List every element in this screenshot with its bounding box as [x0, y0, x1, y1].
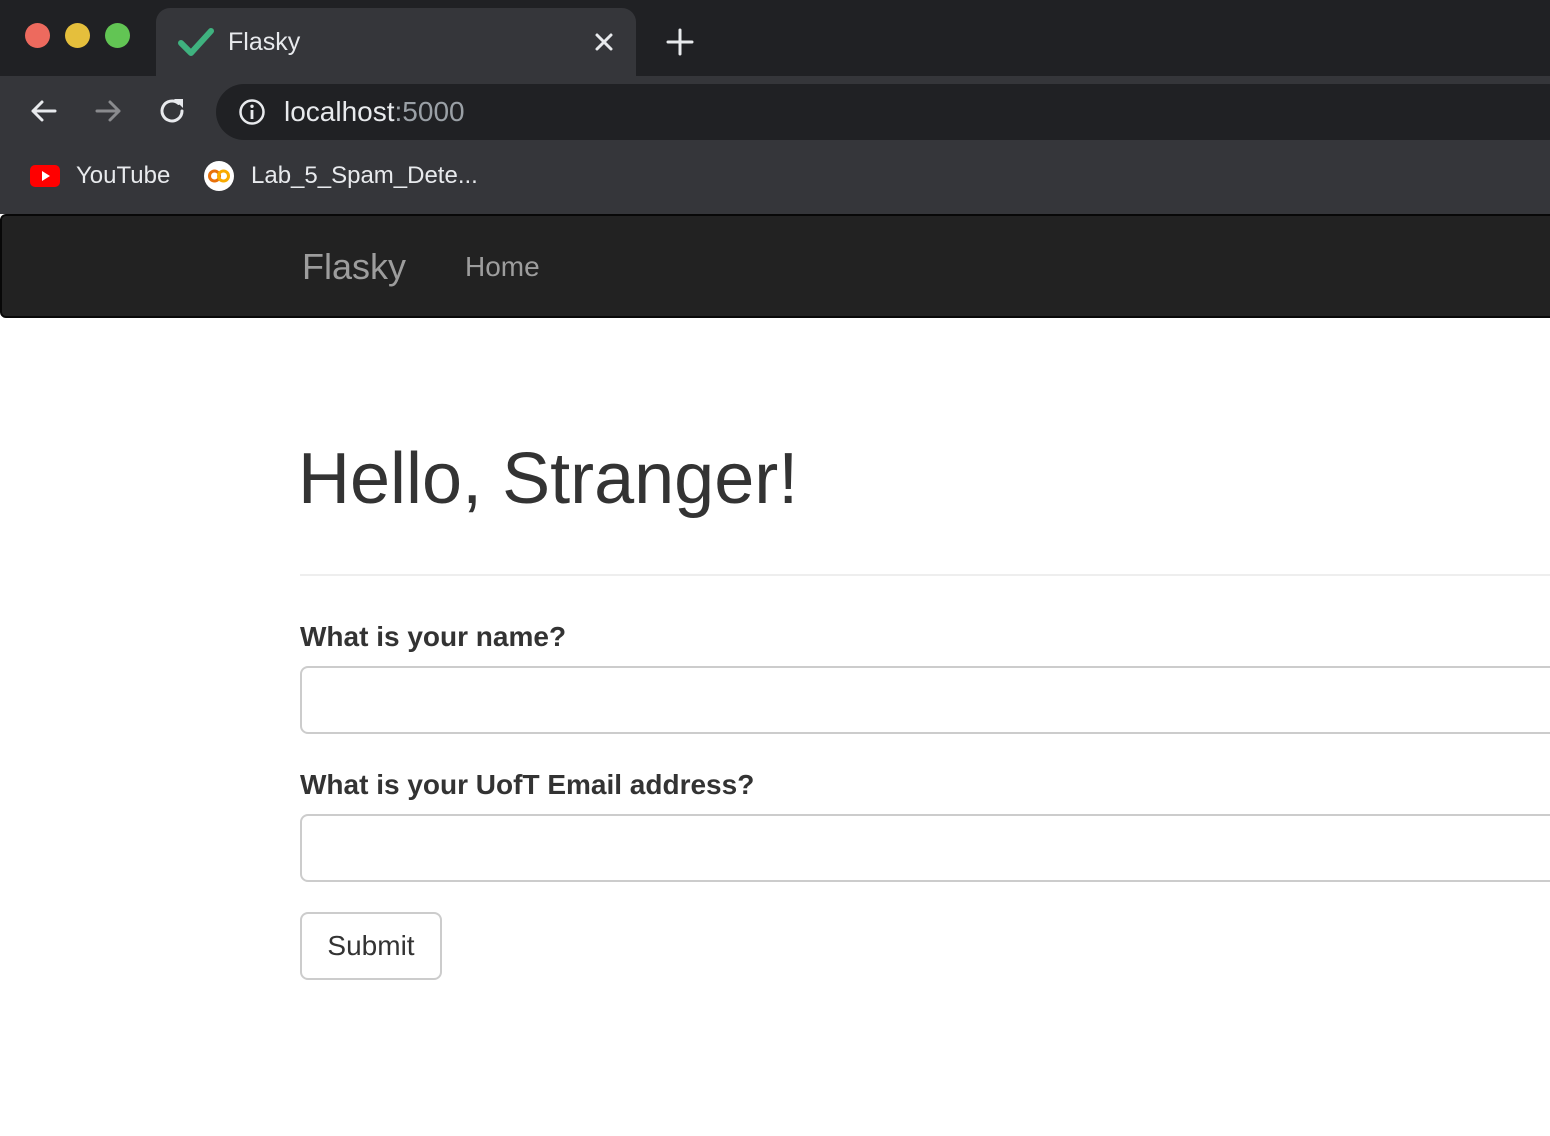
browser-toolbar: localhost:5000: [0, 76, 1550, 146]
browser-tab-active[interactable]: Flasky: [156, 8, 636, 76]
back-arrow-icon[interactable]: [27, 94, 61, 128]
submit-button[interactable]: Submit: [300, 912, 442, 980]
window-minimize-button[interactable]: [65, 23, 90, 48]
forward-arrow-icon[interactable]: [91, 94, 125, 128]
bookmarks-bar: YouTube Lab_5_Spam_Dete...: [0, 146, 1550, 214]
colab-icon: [204, 161, 234, 191]
reload-icon[interactable]: [155, 94, 189, 128]
new-tab-plus-icon[interactable]: [664, 26, 696, 58]
bookmark-youtube[interactable]: YouTube: [30, 160, 170, 192]
page-title: Hello, Stranger!: [298, 439, 799, 519]
bookmark-colab[interactable]: Lab_5_Spam_Dete...: [203, 160, 478, 192]
address-url[interactable]: localhost:5000: [284, 96, 465, 128]
close-icon[interactable]: [590, 28, 618, 56]
site-navbar: Flasky Home: [0, 214, 1550, 318]
nav-link-home[interactable]: Home: [465, 250, 540, 284]
email-input[interactable]: [300, 814, 1550, 882]
window-maximize-button[interactable]: [105, 23, 130, 48]
header-divider: [300, 574, 1550, 576]
bookmark-label: YouTube: [76, 162, 171, 189]
window-close-button[interactable]: [25, 23, 50, 48]
info-icon[interactable]: [238, 98, 266, 126]
youtube-icon: [30, 165, 60, 187]
url-host: localhost: [284, 96, 395, 127]
navbar-brand[interactable]: Flasky: [302, 246, 406, 288]
email-label: What is your UofT Email address?: [300, 769, 755, 800]
url-port: :5000: [394, 96, 465, 127]
tab-title: Flasky: [228, 28, 301, 56]
browser-tab-strip: Flasky: [0, 0, 1550, 76]
address-bar[interactable]: localhost:5000: [216, 84, 1550, 140]
name-input[interactable]: [300, 666, 1550, 734]
name-label: What is your name?: [300, 621, 567, 652]
check-icon: [178, 28, 214, 56]
bookmark-label: Lab_5_Spam_Dete...: [251, 162, 478, 189]
